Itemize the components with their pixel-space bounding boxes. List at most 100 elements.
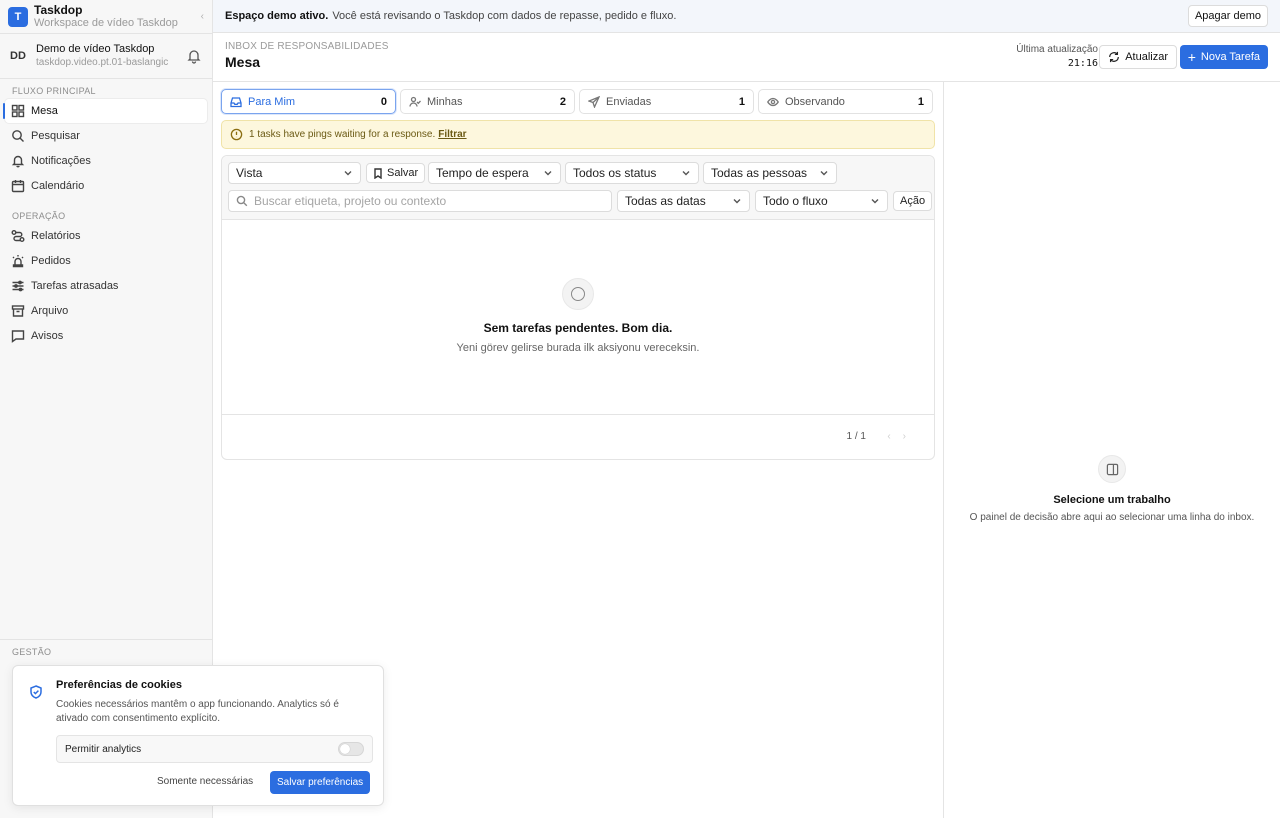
sidebar-item-calendario[interactable]: Calendário xyxy=(5,174,207,198)
sidebar-item-label: Mesa xyxy=(31,105,58,117)
section-label-main: FLUXO PRINCIPAL xyxy=(12,86,96,96)
bell-icon xyxy=(11,155,25,168)
pings-alert-text: 1 tasks have pings waiting for a respons… xyxy=(249,129,436,140)
analytics-toggle-label: Permitir analytics xyxy=(65,743,142,755)
flow-select-value: Todo o fluxo xyxy=(763,194,828,208)
tab-para-mim[interactable]: Para Mim 0 xyxy=(221,89,396,114)
empty-circle-icon xyxy=(562,278,594,310)
empty-state-title: Sem tarefas pendentes. Bom dia. xyxy=(483,321,673,335)
empty-state: Sem tarefas pendentes. Bom dia. Yeni gör… xyxy=(222,220,934,415)
view-select[interactable]: Vista xyxy=(228,162,361,184)
sidebar-item-notificacoes[interactable]: Notificações xyxy=(5,149,207,173)
last-updated-label: Última atualização xyxy=(1016,44,1098,55)
workspace-subtitle: Workspace de vídeo Taskdop xyxy=(34,16,178,29)
save-view-label: Salvar xyxy=(387,167,419,179)
chevron-down-icon xyxy=(682,171,690,176)
section-label-mgmt: GESTÃO xyxy=(12,647,52,657)
chevron-down-icon xyxy=(733,199,741,204)
archive-icon xyxy=(11,305,25,317)
demo-banner: Espaço demo ativo. Você está revisando o… xyxy=(213,0,1280,33)
calendar-icon xyxy=(11,180,25,193)
shield-check-icon xyxy=(30,685,42,699)
demo-banner-strong: Espaço demo ativo. xyxy=(225,10,329,22)
route-icon xyxy=(11,230,25,242)
user-check-icon xyxy=(409,96,421,107)
new-task-button-label: Nova Tarefa xyxy=(1200,51,1260,63)
workspace-switcher[interactable]: T Taskdop Workspace de vídeo Taskdop ‹ xyxy=(0,0,212,34)
status-select-value: Todos os status xyxy=(573,166,657,180)
filter-link[interactable]: Filtrar xyxy=(438,129,466,140)
sidebar-item-label: Pesquisar xyxy=(31,130,80,142)
cookie-dialog-title: Preferências de cookies xyxy=(56,679,182,691)
save-view-button[interactable]: Salvar xyxy=(366,163,426,183)
inbox-panel: Vista Salvar Tempo de espera Todos os st… xyxy=(221,155,935,460)
sidebar-divider xyxy=(0,639,212,640)
sidebar-item-relatorios[interactable]: Relatórios xyxy=(5,224,207,248)
chevron-down-icon xyxy=(820,171,828,176)
inbox-icon xyxy=(230,96,242,107)
refresh-button[interactable]: Atualizar xyxy=(1099,45,1177,69)
detail-panel-subtitle: O painel de decisão abre aqui ao selecio… xyxy=(969,512,1255,523)
refresh-icon xyxy=(1109,51,1120,63)
dates-select[interactable]: Todas as datas xyxy=(617,190,750,212)
tab-minhas[interactable]: Minhas 2 xyxy=(400,89,575,114)
analytics-toggle[interactable] xyxy=(338,742,364,756)
sidebar-item-avisos[interactable]: Avisos xyxy=(5,324,207,348)
tab-count: 2 xyxy=(559,95,566,108)
tab-observando[interactable]: Observando 1 xyxy=(758,89,933,114)
action-button[interactable]: Ação xyxy=(893,191,933,211)
tab-label: Enviadas xyxy=(606,95,652,108)
search-input[interactable] xyxy=(254,194,604,208)
workspace-logo: T xyxy=(8,6,28,27)
notifications-bell-icon[interactable] xyxy=(186,48,202,64)
chevron-down-icon xyxy=(871,199,879,204)
status-select[interactable]: Todos os status xyxy=(565,162,699,184)
view-select-value: Vista xyxy=(236,166,263,180)
tab-enviadas[interactable]: Enviadas 1 xyxy=(579,89,754,114)
sidebar-item-pedidos[interactable]: Pedidos xyxy=(5,249,207,273)
user-card[interactable]: DD Demo de vídeo Taskdop taskdop.video.p… xyxy=(0,34,212,79)
prev-page-icon[interactable]: ‹ xyxy=(887,431,902,442)
sidebar-item-pesquisar[interactable]: Pesquisar xyxy=(5,124,207,148)
flow-select[interactable]: Todo o fluxo xyxy=(755,190,888,212)
sidebar-item-label: Arquivo xyxy=(31,305,69,317)
sidebar-item-label: Pedidos xyxy=(31,255,71,267)
refresh-button-label: Atualizar xyxy=(1125,51,1168,63)
filter-bar: Vista Salvar Tempo de espera Todos os st… xyxy=(222,156,934,220)
wait-time-select[interactable]: Tempo de espera xyxy=(428,162,561,184)
sidebar-item-label: Avisos xyxy=(31,330,64,342)
pagination-label: 1 / 1 xyxy=(846,431,866,442)
cookie-dialog-text: Cookies necessários mantêm o app funcion… xyxy=(56,699,339,724)
analytics-toggle-row[interactable]: Permitir analytics xyxy=(56,735,373,763)
sidebar-item-tarefas-atrasadas[interactable]: Tarefas atrasadas xyxy=(5,274,207,298)
new-task-button[interactable]: + Nova Tarefa xyxy=(1179,45,1268,69)
tab-label: Observando xyxy=(785,95,845,108)
tab-count: 0 xyxy=(380,95,387,108)
sidebar-item-mesa[interactable]: Mesa xyxy=(5,99,207,123)
people-select[interactable]: Todas as pessoas xyxy=(703,162,837,184)
demo-banner-text: Você está revisando o Taskdop com dados … xyxy=(332,10,677,22)
alert-circle-icon xyxy=(230,128,243,141)
sidebar-item-arquivo[interactable]: Arquivo xyxy=(5,299,207,323)
search-field[interactable] xyxy=(228,190,612,212)
collapse-chevron-icon[interactable]: ‹ xyxy=(201,11,204,22)
bookmark-icon xyxy=(374,167,382,179)
save-preferences-button[interactable]: Salvar preferências xyxy=(270,771,371,794)
people-select-value: Todas as pessoas xyxy=(711,166,808,180)
user-name: Demo de vídeo Taskdop xyxy=(36,43,155,55)
eye-icon xyxy=(767,97,779,106)
alarm-icon xyxy=(12,255,24,268)
last-updated: Última atualização 21:16 xyxy=(1016,43,1098,71)
last-updated-time: 21:16 xyxy=(1067,58,1098,69)
only-necessary-button[interactable]: Somente necessárias xyxy=(157,776,253,787)
tab-count: 1 xyxy=(738,95,745,108)
tab-label: Minhas xyxy=(427,95,463,108)
workspace-name: Taskdop xyxy=(34,2,83,17)
wait-time-value: Tempo de espera xyxy=(436,166,529,180)
clear-demo-button[interactable]: Apagar demo xyxy=(1187,5,1268,27)
panel-layout-icon xyxy=(1098,455,1126,483)
detail-panel-title: Selecione um trabalho xyxy=(1053,494,1171,506)
next-page-icon[interactable]: › xyxy=(903,431,918,442)
pings-alert: 1 tasks have pings waiting for a respons… xyxy=(221,120,935,149)
tab-count: 1 xyxy=(917,95,924,108)
